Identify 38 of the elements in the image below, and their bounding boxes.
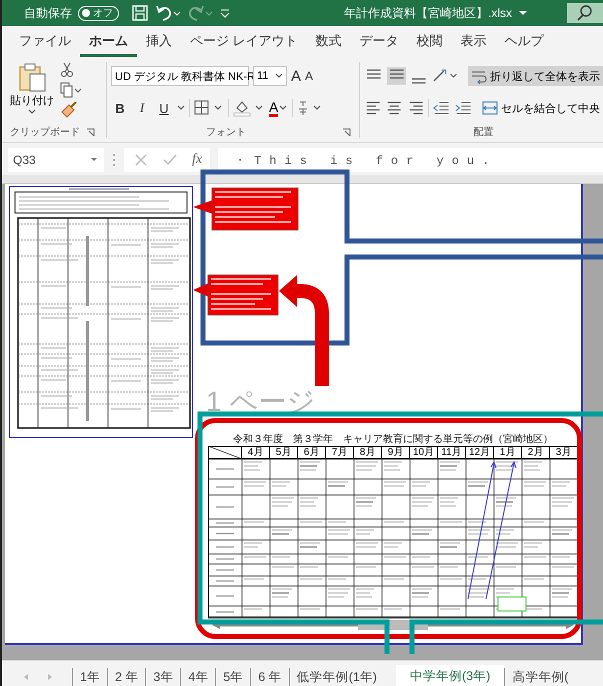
- grow-font-button[interactable]: A: [291, 68, 302, 84]
- ribbon-tab[interactable]: ファイル: [10, 28, 80, 56]
- group-label: フォント: [206, 126, 246, 139]
- sheet-tab[interactable]: 1年: [72, 668, 107, 686]
- ribbon-tab[interactable]: ヘルプ: [496, 28, 553, 56]
- insert-function-button[interactable]: fx: [192, 152, 202, 168]
- ribbon-tab[interactable]: 校閲: [408, 28, 452, 56]
- ribbon-tab[interactable]: 挿入: [137, 28, 181, 56]
- sheet-tab[interactable]: 6 年: [250, 668, 289, 686]
- ribbon-tab[interactable]: ホーム: [80, 28, 137, 56]
- autosave-label: 自動保存: [24, 4, 72, 22]
- ribbon-tab[interactable]: 数式: [306, 28, 351, 56]
- format-button[interactable]: I: [133, 100, 151, 116]
- group-label: 配置: [474, 126, 494, 139]
- formula-field[interactable]: ・This is for you.: [218, 148, 603, 172]
- sheet-tab[interactable]: 5年: [215, 668, 250, 686]
- file-name[interactable]: 年計作成資料【宮崎地区】.xlsx: [344, 4, 512, 22]
- group-label: クリップボード: [10, 126, 80, 139]
- sheet-tab[interactable]: 中学年例(3年): [396, 665, 504, 686]
- ribbon-tab[interactable]: データ: [350, 28, 408, 56]
- sheet-tab[interactable]: 低学年例(1年): [288, 668, 384, 686]
- autosave-toggle[interactable]: オフ: [78, 6, 119, 20]
- sheet-tab[interactable]: 3年: [145, 668, 180, 686]
- font-size-field[interactable]: 11: [253, 66, 287, 86]
- format-button[interactable]: B: [111, 100, 129, 116]
- schedule-title: 令和３年度 第３学年 キャリア教育に関する単元等の例（宮崎地区）: [232, 433, 554, 446]
- shrink-font-button[interactable]: A: [305, 69, 314, 83]
- sheet-tab[interactable]: 高学年例(: [504, 668, 576, 686]
- merge-center-button[interactable]: セルを結合して中央: [479, 98, 603, 118]
- sheet-tab[interactable]: 4年: [180, 668, 216, 686]
- paste-button[interactable]: 貼り付け: [10, 58, 54, 122]
- ribbon-tab[interactable]: 表示: [452, 28, 496, 56]
- format-button[interactable]: U: [155, 100, 173, 116]
- ribbon-tab[interactable]: ページ レイアウト: [181, 28, 307, 56]
- name-box[interactable]: Q33: [8, 148, 104, 172]
- sheet-tab[interactable]: 2 年: [106, 668, 146, 686]
- font-color-button[interactable]: A: [269, 100, 288, 116]
- wrap-text-button[interactable]: 折り返して全体を表示: [468, 66, 603, 86]
